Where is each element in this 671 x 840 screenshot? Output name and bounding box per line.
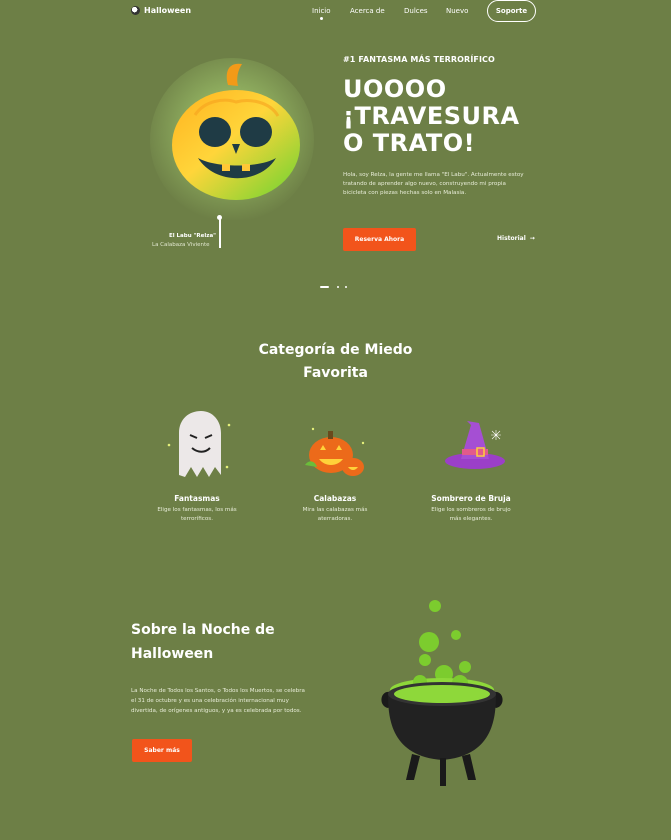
category-description: Elige los sombreros de brujo más elegant…	[431, 507, 511, 522]
categories-title-line: Favorita	[303, 365, 368, 381]
hero-title-line: ¡TRAVESURA	[343, 102, 520, 130]
nav-link-inicio[interactable]: Inicio	[312, 7, 331, 15]
witch-hat-icon	[431, 405, 511, 485]
hero-title: UOOOO ¡TRAVESURA O TRATO!	[343, 76, 543, 157]
reserve-button[interactable]: Reserva Ahora	[343, 228, 416, 251]
category-card-witch-hat[interactable]: Sombrero de Bruja Elige los sombreros de…	[411, 405, 531, 524]
logo[interactable]: Halloween	[131, 6, 191, 15]
hero-tag: #1 FANTASMA MÁS TERRORÍFICO	[343, 55, 495, 64]
slider-indicator-dot[interactable]	[337, 286, 339, 288]
slider-indicator-dot[interactable]	[345, 286, 347, 288]
categories-title-line: Categoría de Miedo	[258, 342, 413, 358]
learn-more-button[interactable]: Saber más	[132, 739, 192, 762]
pumpkin-icon	[295, 405, 375, 485]
category-name: Fantasmas	[174, 494, 220, 503]
category-name: Calabazas	[313, 494, 357, 503]
skull-icon	[131, 6, 140, 15]
hero-title-line: UOOOO	[343, 75, 447, 103]
category-card-ghosts[interactable]: Fantasmas Elige los fantasmas, los más t…	[137, 405, 257, 524]
history-label: Historial	[497, 235, 526, 242]
category-name: Sombrero de Bruja	[431, 494, 511, 503]
about-description: La Noche de Todos los Santos, o Todos lo…	[131, 688, 305, 714]
slider-indicator-active[interactable]	[320, 286, 329, 288]
category-card-pumpkins[interactable]: Calabazas Mira las calabazas más aterrad…	[275, 405, 395, 524]
about-title-line: Sobre la Noche de	[131, 622, 275, 638]
about-title-line: Halloween	[131, 646, 214, 662]
category-description: Elige los fantasmas, los más terrorífico…	[157, 507, 237, 522]
hero-description: Hola, soy Relza, la gente me llama "El L…	[343, 172, 524, 196]
hero-caption-name: El Labu "Relza"	[169, 233, 217, 239]
arrow-right-icon: →	[529, 235, 535, 242]
nav-link-nuevo[interactable]: Nuevo	[446, 7, 468, 15]
nav-link-dulces[interactable]: Dulces	[404, 7, 428, 15]
history-link[interactable]: Historial →	[497, 235, 535, 242]
categories-title: Categoría de Miedo Favorita	[0, 339, 671, 385]
about-title: Sobre la Noche de Halloween	[131, 618, 311, 666]
hero-caption-subtitle: La Calabaza Viviente	[152, 242, 210, 248]
caption-marker-line	[219, 217, 221, 248]
hero-title-line: O TRATO!	[343, 129, 476, 157]
category-description: Mira las calabazas más aterradoras.	[302, 507, 368, 522]
cauldron-icon	[370, 590, 530, 800]
nav-link-acerca[interactable]: Acerca de	[350, 7, 385, 15]
hero-pumpkin-image	[150, 40, 320, 222]
nav-active-indicator	[320, 17, 323, 20]
logo-text: Halloween	[144, 6, 192, 15]
ghost-icon	[157, 405, 237, 485]
support-button[interactable]: Soporte	[487, 0, 536, 22]
